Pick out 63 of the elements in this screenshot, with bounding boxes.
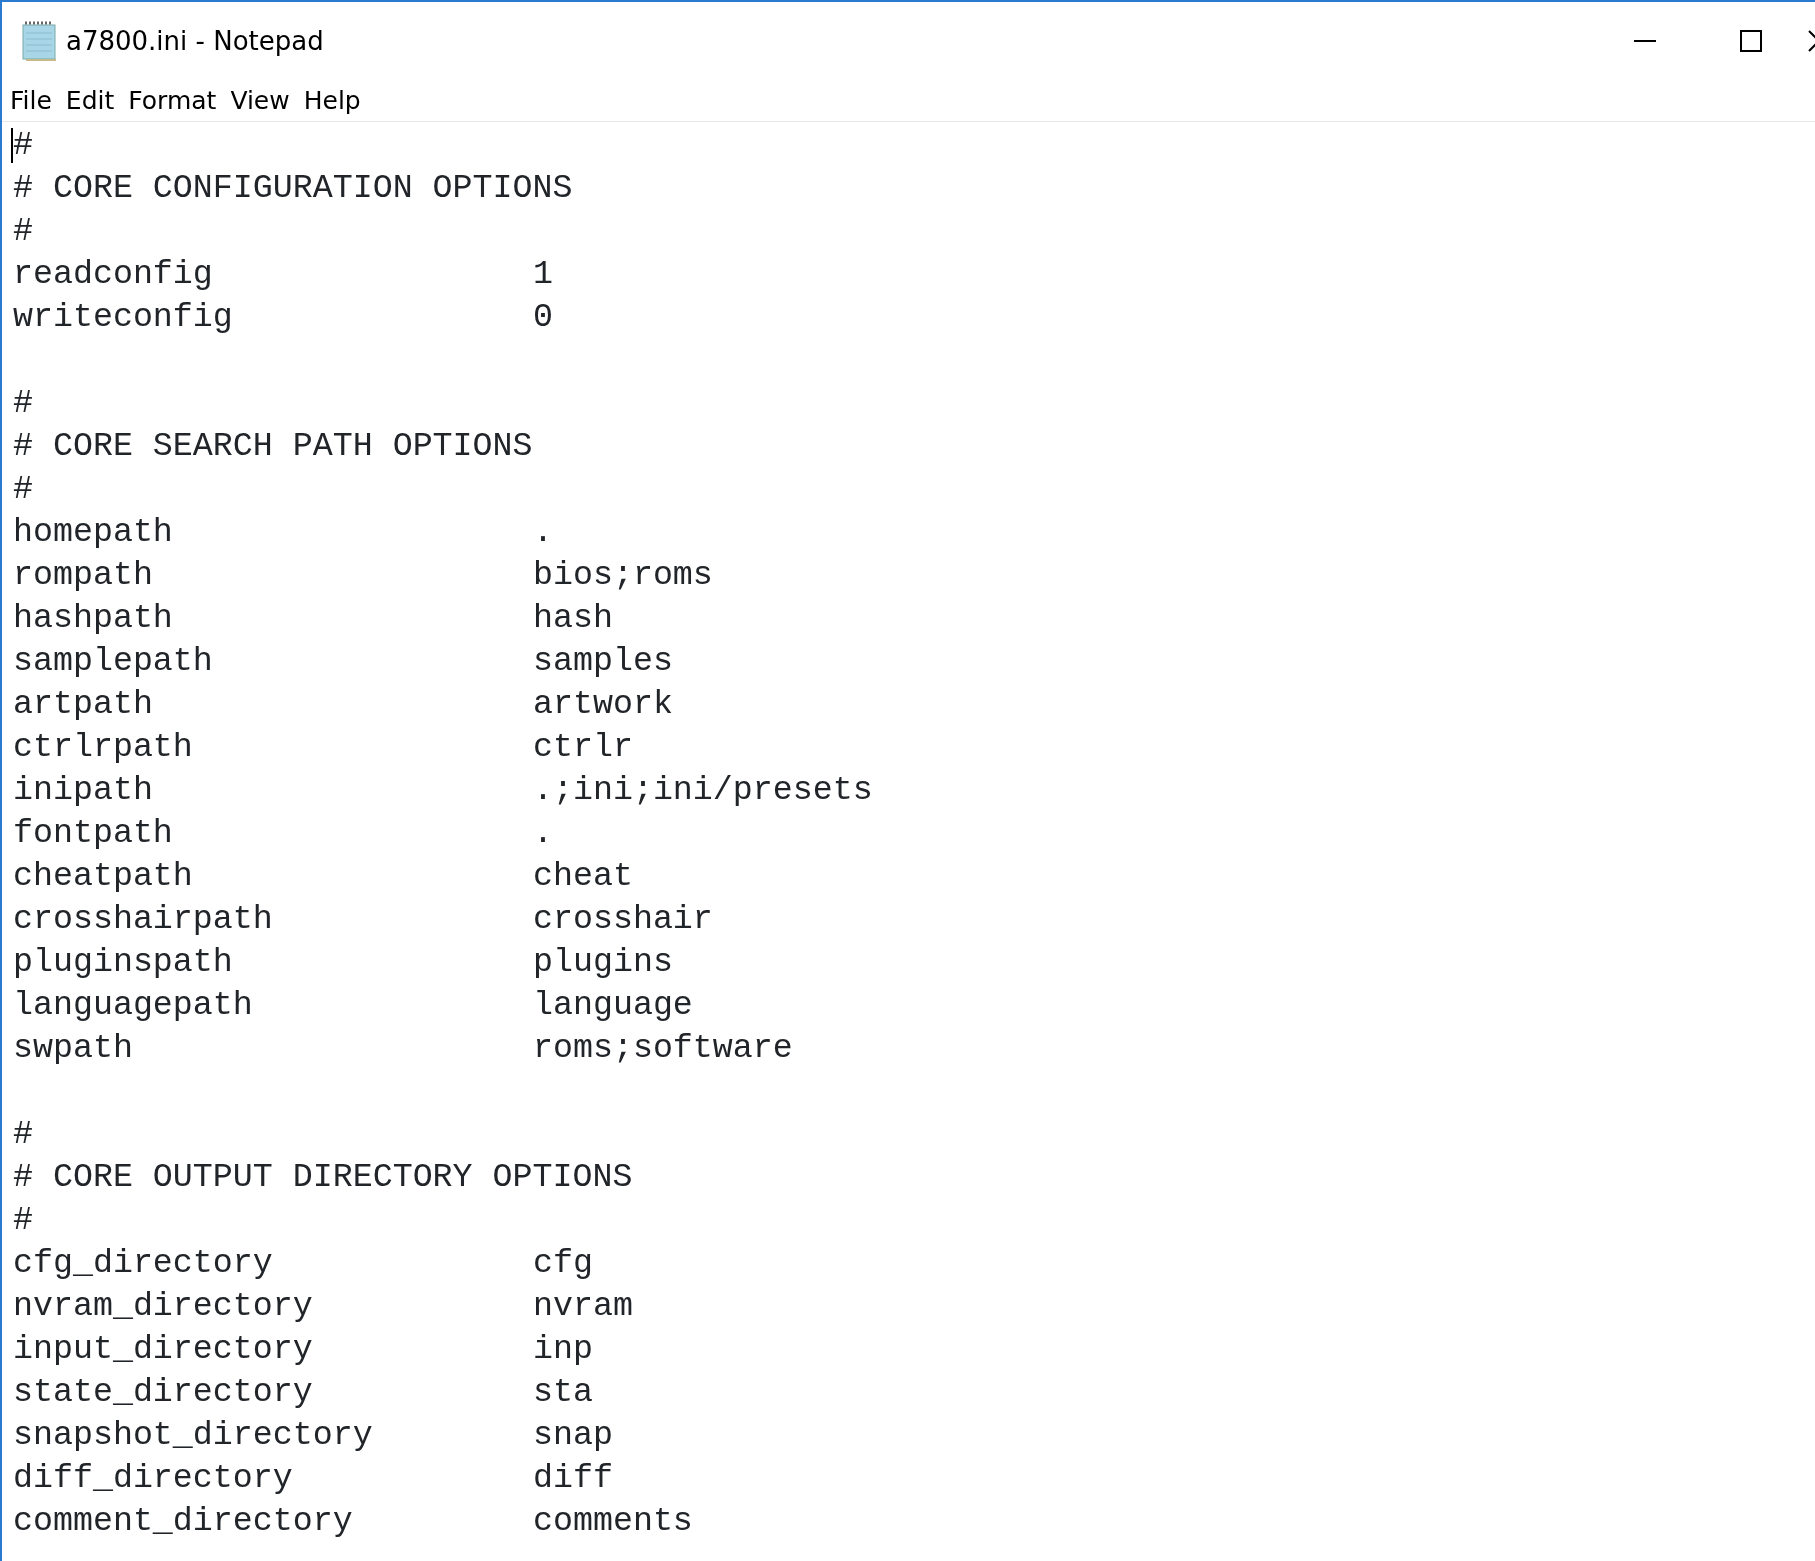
setting-name: cheatpath <box>13 855 194 897</box>
setting-name: ctrlrpath <box>13 726 194 768</box>
setting-value: 0 <box>533 296 553 338</box>
setting-name: snapshot_directory <box>13 1414 374 1456</box>
comment-line: # <box>13 1113 33 1155</box>
setting-name: artpath <box>13 683 154 725</box>
setting-value: hash <box>533 597 613 639</box>
text-cursor <box>11 128 13 163</box>
setting-name: hashpath <box>13 597 174 639</box>
setting-name: diff_directory <box>13 1457 294 1499</box>
comment-line: # <box>13 468 33 510</box>
comment-line: # <box>13 124 33 166</box>
setting-value: plugins <box>533 941 673 983</box>
setting-value: nvram <box>533 1285 633 1327</box>
setting-value: cheat <box>533 855 633 897</box>
setting-name: readconfig <box>13 253 214 295</box>
setting-value: ctrlr <box>533 726 633 768</box>
setting-name: fontpath <box>13 812 174 854</box>
menu-item[interactable]: Edit <box>65 88 115 113</box>
setting-value: .;ini;ini/presets <box>533 769 873 811</box>
setting-name: writeconfig <box>13 296 234 338</box>
setting-value: artwork <box>533 683 673 725</box>
setting-value: cfg <box>533 1242 593 1284</box>
minimize-icon <box>1634 40 1656 42</box>
maximize-icon <box>1740 30 1762 52</box>
setting-value: . <box>533 511 553 553</box>
setting-name: swpath <box>13 1027 134 1069</box>
setting-value: roms;software <box>533 1027 793 1069</box>
comment-line: # CORE CONFIGURATION OPTIONS <box>13 167 573 209</box>
setting-value: language <box>533 984 693 1026</box>
setting-name: crosshairpath <box>13 898 274 940</box>
setting-name: cfg_directory <box>13 1242 274 1284</box>
comment-line: # CORE OUTPUT DIRECTORY OPTIONS <box>13 1156 633 1198</box>
setting-value: sta <box>533 1371 593 1413</box>
setting-name: rompath <box>13 554 154 596</box>
setting-value: crosshair <box>533 898 713 940</box>
comment-line: # <box>13 1199 33 1241</box>
setting-value: inp <box>533 1328 593 1370</box>
setting-value: . <box>533 812 553 854</box>
setting-value: samples <box>533 640 673 682</box>
menu-item[interactable]: Format <box>128 88 217 113</box>
setting-name: comment_directory <box>13 1500 354 1542</box>
setting-value: snap <box>533 1414 613 1456</box>
comment-line: # <box>13 382 33 424</box>
setting-name: nvram_directory <box>13 1285 314 1327</box>
setting-name: pluginspath <box>13 941 234 983</box>
setting-value: 1 <box>533 253 553 295</box>
setting-name: homepath <box>13 511 174 553</box>
setting-name: languagepath <box>13 984 254 1026</box>
setting-value: bios;roms <box>533 554 713 596</box>
comment-line: # CORE SEARCH PATH OPTIONS <box>13 425 533 467</box>
setting-value: diff <box>533 1457 613 1499</box>
setting-value: comments <box>533 1500 693 1542</box>
notepad-icon <box>20 21 58 61</box>
setting-name: samplepath <box>13 640 214 682</box>
setting-name: input_directory <box>13 1328 314 1370</box>
setting-name: state_directory <box>13 1371 314 1413</box>
menu-item[interactable]: View <box>230 88 290 113</box>
window-title: a7800.ini - Notepad <box>66 24 324 58</box>
menu-item[interactable]: File <box>10 88 52 113</box>
setting-name: inipath <box>13 769 154 811</box>
comment-line: # <box>13 210 33 252</box>
menu-item[interactable]: Help <box>303 88 361 113</box>
